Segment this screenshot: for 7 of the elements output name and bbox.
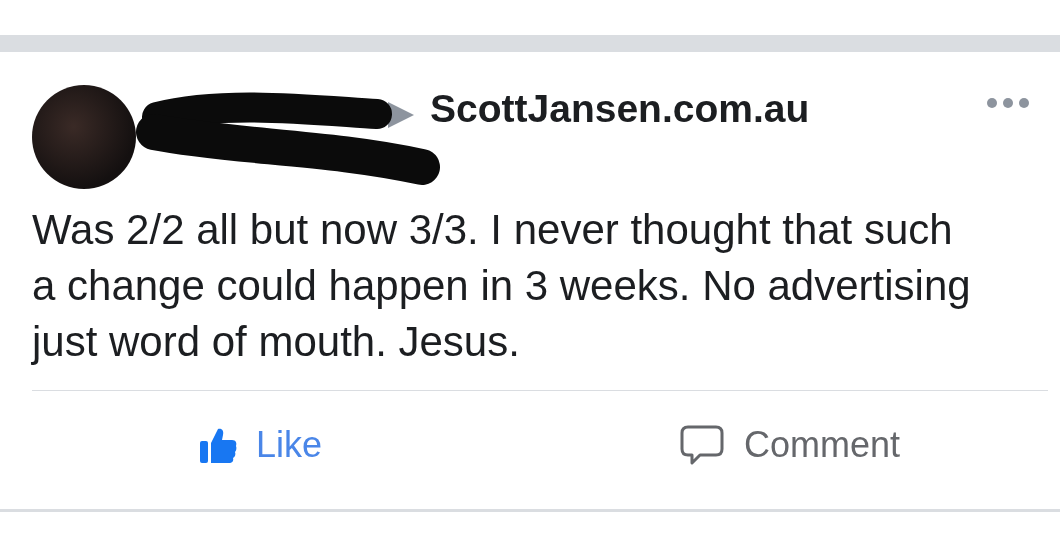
speech-bubble-icon xyxy=(680,423,725,467)
triangle-arrow-icon xyxy=(386,100,416,130)
page-name[interactable]: ScottJansen.com.au xyxy=(430,87,810,131)
like-button[interactable]: Like xyxy=(198,424,323,466)
comment-button[interactable]: Comment xyxy=(680,423,901,467)
post-text: Was 2/2 all but now 3/3. I never thought that such a change could happen in 3 weeks. No advertising just word of mouth. Jesus. xyxy=(32,205,972,367)
more-options-icon[interactable] xyxy=(986,97,1030,109)
